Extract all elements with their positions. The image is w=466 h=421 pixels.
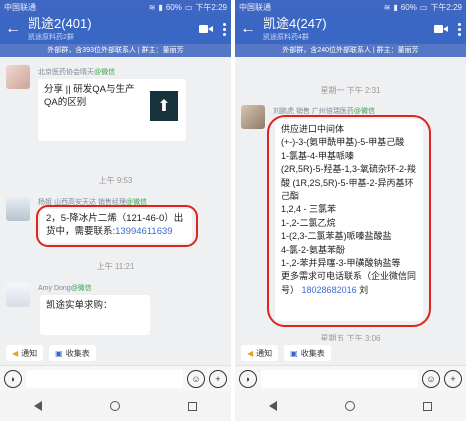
status-bar: 中国联通 ≋ ▮ 60% ▭ 下午2:29 — [0, 0, 231, 14]
group-subtitle: 凯途原料药2群 — [28, 33, 74, 41]
back-arrow-icon[interactable]: ← — [4, 21, 22, 37]
voice-icon[interactable]: ◗ — [4, 369, 22, 388]
more-options-icon[interactable] — [458, 22, 462, 36]
avatar[interactable] — [6, 197, 30, 221]
message-input[interactable] — [26, 369, 183, 388]
sender-name: 北京医药协会晴天@微信 — [38, 69, 116, 76]
link-card-title: 分享 || 研发QA与生产QA的区别 — [44, 84, 135, 108]
message-list: 北京医药协会晴天@微信 分享 || 研发QA与生产QA的区别 ⬆ 上午 9:53… — [0, 57, 231, 341]
sender-name: Amy Dong@微信 — [38, 285, 92, 292]
nav-back-icon[interactable] — [34, 401, 42, 411]
message-input[interactable] — [261, 369, 418, 388]
shortcut-bar: ◀ 通知 ▣ 收集表 — [235, 341, 466, 365]
highlight-circle — [267, 115, 431, 327]
video-call-icon[interactable] — [434, 24, 448, 34]
plus-icon[interactable]: + — [209, 369, 227, 388]
shortcut-bar: ◀ 通知 ▣ 收集表 — [0, 341, 231, 365]
timestamp: 上午 9:53 — [98, 176, 133, 185]
status-time: 下午2:29 — [195, 2, 227, 12]
nav-back-icon[interactable] — [269, 401, 277, 411]
megaphone-icon: ◀ — [247, 348, 254, 358]
link-thumbnail: ⬆ — [150, 91, 178, 121]
wifi-icon: ≋ — [383, 2, 391, 12]
battery-icon: ▭ — [184, 2, 193, 12]
message-list: 星期一 下午 2:31 刘鹏虎 销售 广州倍瑞医药@微信 供应进口中间体 (+-… — [235, 57, 466, 343]
notice-shortcut[interactable]: ◀ 通知 — [6, 345, 44, 361]
emoji-icon[interactable]: ☺ — [422, 369, 440, 388]
nav-home-icon[interactable] — [110, 401, 120, 411]
group-info-bar[interactable]: 外部群，含393位外部联系人 | 群主：董丽芳 — [0, 44, 231, 57]
chat-panel-left: 中国联通 ≋ ▮ 60% ▭ 下午2:29 ← 凯途2(401) 凯途原料药2群… — [0, 0, 231, 421]
status-bar: 中国联通 ≋ ▮ 60% ▭ 下午2:29 — [235, 0, 466, 14]
shared-link-card[interactable]: 分享 || 研发QA与生产QA的区别 ⬆ — [38, 79, 186, 141]
carrier-label: 中国联通 — [239, 2, 271, 12]
input-bar: ◗ ☺ + — [235, 365, 466, 391]
form-icon: ▣ — [55, 348, 63, 358]
video-call-icon[interactable] — [199, 24, 213, 34]
system-nav-bar — [0, 391, 231, 421]
title-bar: ← 凯途2(401) 凯途原料药2群 — [0, 14, 231, 44]
plus-icon[interactable]: + — [444, 369, 462, 388]
chat-panel-right: 中国联通 ≋ ▮ 60% ▭ 下午2:29 ← 凯途4(247) 凯途原料药4群… — [235, 0, 466, 421]
battery-level: 60% — [400, 2, 417, 12]
group-title: 凯途2(401) — [28, 15, 92, 31]
avatar[interactable] — [241, 105, 265, 129]
message-text: 凯途实单求购： — [46, 300, 113, 311]
system-nav-bar — [235, 391, 466, 421]
signal-icon: ▮ — [393, 2, 398, 12]
message-bubble[interactable]: 凯途实单求购： — [40, 295, 150, 335]
form-shortcut[interactable]: ▣ 收集表 — [49, 345, 96, 361]
group-title: 凯途4(247) — [263, 15, 327, 31]
notice-shortcut[interactable]: ◀ 通知 — [241, 345, 279, 361]
carrier-label: 中国联通 — [4, 2, 36, 12]
emoji-icon[interactable]: ☺ — [187, 369, 205, 388]
voice-icon[interactable]: ◗ — [239, 369, 257, 388]
title-bar: ← 凯途4(247) 凯途原料药4群 — [235, 14, 466, 44]
battery-level: 60% — [165, 2, 182, 12]
nav-home-icon[interactable] — [345, 401, 355, 411]
screenshot-root: 中国联通 ≋ ▮ 60% ▭ 下午2:29 ← 凯途2(401) 凯途原料药2群… — [0, 0, 466, 421]
input-bar: ◗ ☺ + — [0, 365, 231, 391]
timestamp: 上午 11:21 — [96, 262, 135, 271]
avatar[interactable] — [6, 65, 30, 89]
megaphone-icon: ◀ — [12, 348, 19, 358]
back-arrow-icon[interactable]: ← — [239, 21, 257, 37]
arrow-up-icon: ⬆ — [157, 97, 171, 115]
form-icon: ▣ — [290, 348, 298, 358]
status-time: 下午2:29 — [430, 2, 462, 12]
more-options-icon[interactable] — [223, 22, 227, 36]
nav-recent-icon[interactable] — [188, 401, 197, 411]
battery-icon: ▭ — [419, 2, 428, 12]
wifi-icon: ≋ — [148, 2, 156, 12]
group-info-bar[interactable]: 外部群，含240位外部联系人 | 群主：董丽芳 — [235, 44, 466, 57]
timestamp: 星期一 下午 2:31 — [320, 86, 381, 95]
group-subtitle: 凯途原料药4群 — [263, 33, 309, 41]
avatar[interactable] — [6, 283, 30, 307]
form-shortcut[interactable]: ▣ 收集表 — [284, 345, 331, 361]
signal-icon: ▮ — [158, 2, 163, 12]
highlight-circle — [36, 205, 198, 247]
nav-recent-icon[interactable] — [423, 401, 432, 411]
